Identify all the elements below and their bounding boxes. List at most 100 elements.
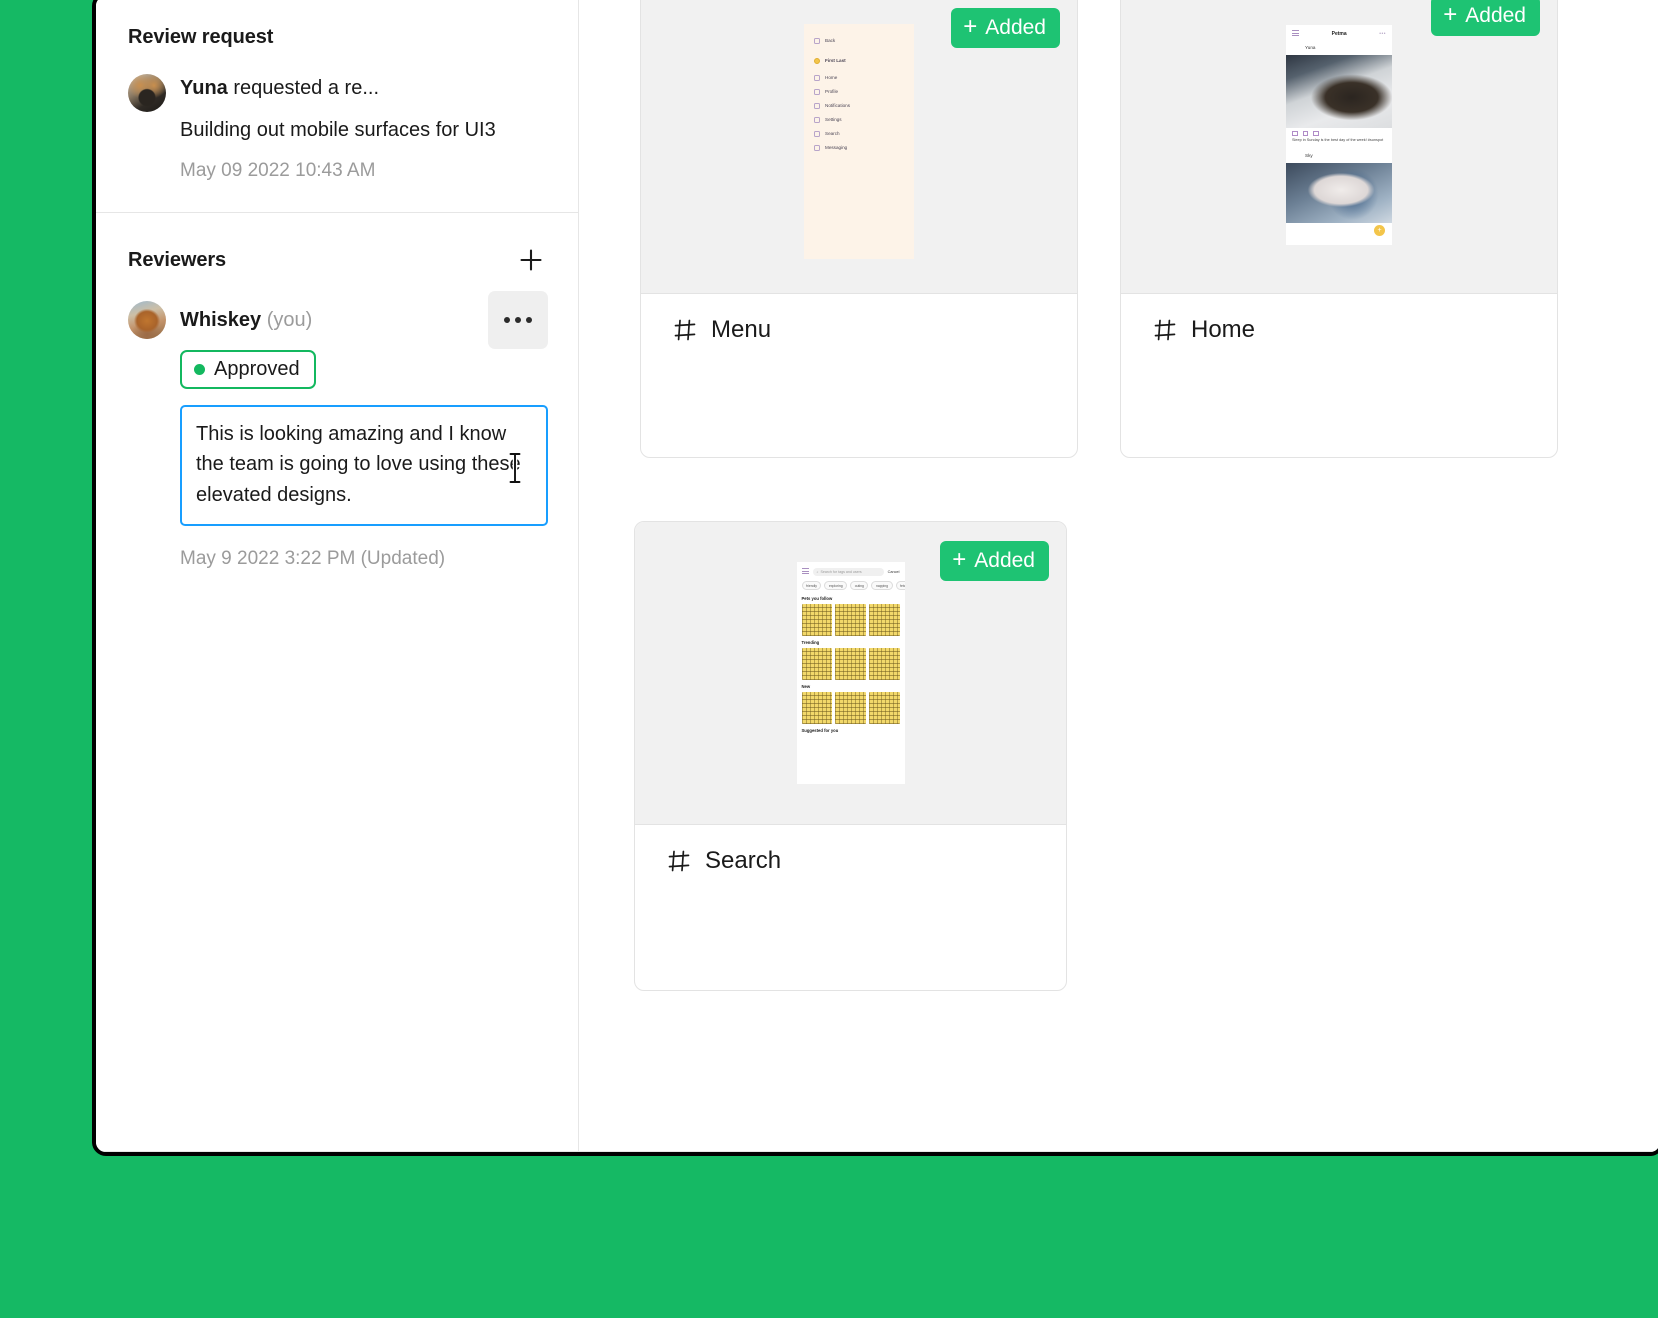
whiskey-avatar	[128, 301, 166, 339]
review-request-section: Review request Yuna requested a re... Bu…	[96, 0, 578, 213]
plus-icon: +	[1374, 225, 1385, 236]
filter-chip: friendly	[801, 581, 822, 590]
result-tile	[835, 648, 866, 680]
reviewer-comment-text: This is looking amazing and I know the t…	[196, 423, 521, 506]
frame-label: Menu	[711, 316, 772, 343]
review-sidebar: Review request Yuna requested a re... Bu…	[96, 0, 579, 1151]
menu-thumb-item: First Last	[814, 57, 904, 64]
section-label: Trending	[801, 640, 820, 645]
menu-screen-thumbnail: Back First Last Home Profile Notificatio…	[804, 23, 914, 259]
added-badge-menu[interactable]: + Added	[951, 8, 1060, 48]
app-window: Review request Yuna requested a re... Bu…	[92, 0, 1658, 1156]
result-tile	[801, 604, 833, 636]
more-options-icon	[504, 317, 510, 323]
reviewer-you-label: (you)	[266, 308, 313, 331]
search-thumb-bar: ⌕ Search for tags and users Cancel	[801, 568, 900, 576]
plus-icon: +	[963, 13, 978, 40]
status-dot-icon	[194, 364, 205, 375]
post-image	[1286, 162, 1392, 223]
bell-icon	[814, 102, 820, 109]
frame-label: Home	[1191, 316, 1256, 343]
review-request-timestamp: May 09 2022 10:43 AM	[180, 160, 376, 181]
frame-footer-search: Search	[635, 825, 1066, 897]
avatar	[1292, 151, 1301, 160]
frame-icon	[1154, 319, 1176, 341]
reviewer-name: Whiskey (you)	[180, 308, 313, 331]
frame-icon	[668, 850, 690, 872]
post-caption: Sleep in Sunday is the best day of the w…	[1292, 138, 1384, 142]
design-canvas[interactable]: Back First Last Home Profile Notificatio…	[579, 0, 1658, 1151]
review-request-title: Review request	[128, 26, 274, 48]
result-grid	[801, 648, 900, 680]
filter-chip: napping	[871, 581, 893, 590]
plus-icon: +	[1443, 1, 1458, 28]
menu-thumb-item: Home	[814, 74, 904, 81]
section-label: Suggested for you	[801, 728, 839, 733]
filter-chips: friendly exploring outing napping fetch	[801, 581, 905, 590]
result-tile	[801, 648, 833, 680]
add-reviewer-button[interactable]	[516, 245, 546, 275]
reviewer-comment-timestamp: May 9 2022 3:22 PM (Updated)	[180, 548, 446, 570]
menu-thumb-item: Back	[814, 37, 904, 44]
frame-preview-search: ⌕ Search for tags and users Cancel frien…	[635, 522, 1066, 825]
result-tile	[868, 604, 900, 636]
added-badge-search[interactable]: + Added	[940, 541, 1049, 581]
frame-footer-home: Home	[1121, 294, 1557, 366]
reviewers-title: Reviewers	[128, 248, 227, 271]
review-request-texts: Yuna requested a re... Building out mobi…	[180, 74, 496, 182]
yuna-avatar	[128, 74, 166, 112]
filter-chip: outing	[850, 581, 869, 590]
hamburger-icon	[801, 568, 809, 576]
requester-action: requested a re...	[227, 77, 379, 99]
window-body: Review request Yuna requested a re... Bu…	[96, 0, 1658, 1152]
reviewer-comment-input[interactable]: This is looking amazing and I know the t…	[180, 405, 548, 527]
frame-card-search[interactable]: ⌕ Search for tags and users Cancel frien…	[634, 521, 1067, 991]
search-icon	[814, 130, 820, 137]
gear-icon	[814, 116, 820, 123]
frame-preview-home: Petma ••• Yuna Sleep in Sunday is the be…	[1121, 0, 1557, 294]
menu-thumb-item: Notifications	[814, 102, 904, 109]
more-icon: •••	[1379, 30, 1386, 37]
post-author: Sky	[1286, 148, 1392, 163]
result-grid	[801, 604, 900, 636]
requester-line: Yuna requested a re...	[180, 76, 496, 101]
frame-card-menu[interactable]: Back First Last Home Profile Notificatio…	[640, 0, 1078, 458]
cancel-button: Cancel	[887, 570, 900, 574]
search-icon: ⌕	[816, 570, 819, 574]
frame-footer-menu: Menu	[641, 294, 1077, 366]
more-options-icon	[515, 317, 521, 323]
frame-card-home[interactable]: Petma ••• Yuna Sleep in Sunday is the be…	[1120, 0, 1558, 458]
added-label: Added	[1465, 3, 1526, 27]
menu-thumb-item: Settings	[814, 116, 904, 123]
menu-thumb-item: Messaging	[814, 144, 904, 151]
menu-thumb-item: Profile	[814, 88, 904, 95]
plus-icon: +	[952, 546, 967, 573]
heart-icon	[1292, 130, 1298, 136]
home-thumb-header: Petma •••	[1286, 25, 1392, 40]
section-label: New	[801, 684, 811, 689]
frame-label: Search	[705, 847, 782, 874]
reviewers-header: Reviewers	[128, 245, 546, 275]
post-author: Yuna	[1286, 40, 1392, 55]
reviewer-more-options-button[interactable]	[488, 291, 548, 349]
review-request-subject: Building out mobile surfaces for UI3	[180, 119, 496, 141]
status-badge: Approved	[180, 350, 316, 389]
menu-thumb-item: Search	[814, 130, 904, 137]
result-tile	[835, 604, 866, 636]
back-arrow-icon	[814, 37, 820, 44]
result-tile	[801, 692, 833, 724]
added-label: Added	[985, 15, 1046, 39]
search-input: ⌕ Search for tags and users	[812, 568, 884, 576]
user-avatar-icon	[814, 57, 820, 64]
plus-icon	[520, 249, 542, 271]
section-label: Pets you follow	[801, 596, 833, 601]
profile-icon	[814, 88, 820, 95]
reviewers-section: Reviewers Whiskey (you) Approved This is…	[96, 213, 578, 570]
frame-icon	[674, 319, 696, 341]
filter-chip: fetch	[895, 581, 905, 590]
result-tile	[868, 648, 900, 680]
avatar	[1292, 43, 1301, 52]
comment-icon	[1302, 130, 1308, 136]
reviewer-item: Whiskey (you) Approved This is looking a…	[128, 291, 548, 570]
added-badge-home[interactable]: + Added	[1431, 0, 1540, 36]
